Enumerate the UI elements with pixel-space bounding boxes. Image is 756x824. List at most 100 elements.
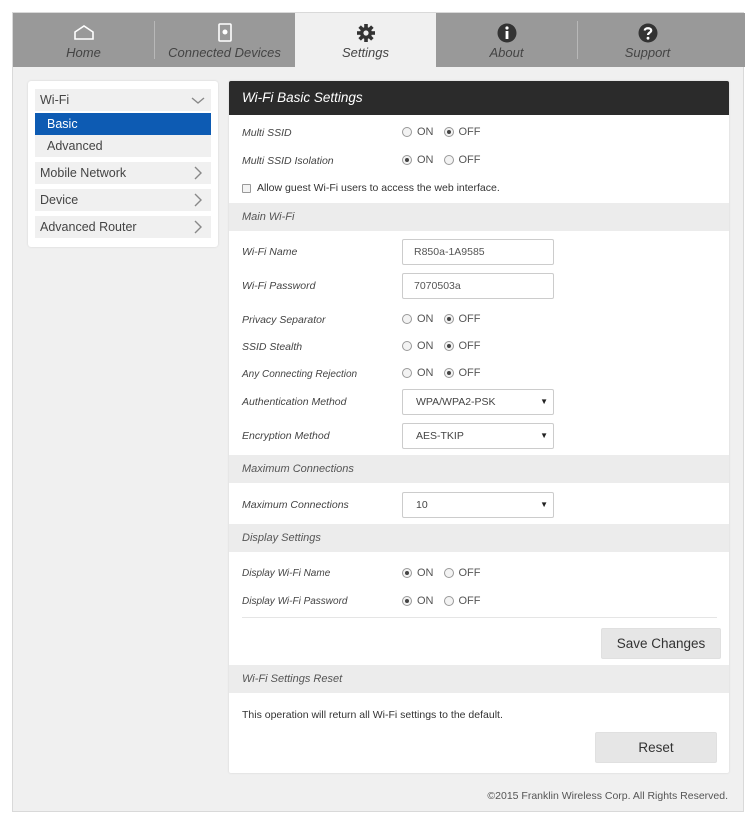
tab-support[interactable]: Support [577,13,718,67]
wifi-password-input[interactable]: 7070503a [402,273,554,299]
tab-settings-label: Settings [342,45,389,60]
multi-ssid-on-radio[interactable] [402,127,412,137]
radio-on-label: ON [417,367,434,379]
display-wifi-name-off-radio[interactable] [443,568,454,578]
help-icon [638,23,657,43]
any-connecting-rejection-off-radio[interactable] [443,368,454,378]
gear-icon [356,24,375,42]
radio-on-label: ON [417,595,434,607]
ssid-stealth-off-radio[interactable] [443,341,454,351]
sidebar-item-advanced[interactable]: Advanced [35,135,211,157]
authentication-method-value: WPA/WPA2-PSK [416,396,496,408]
sidebar-item-basic[interactable]: Basic [35,113,211,135]
sidebar-item-wifi-label: Wi-Fi [40,93,70,107]
guest-access-row: Allow guest Wi-Fi users to access the we… [242,182,500,194]
display-wifi-password-label: Display Wi-Fi Password [242,596,348,607]
sidebar-item-advanced-label: Advanced [47,139,103,153]
max-connections-select[interactable]: 10 ▼ [402,492,554,518]
privacy-separator-label: Privacy Separator [242,314,326,326]
chevron-right-icon [194,220,202,234]
radio-on-label: ON [417,313,434,325]
authentication-method-select[interactable]: WPA/WPA2-PSK ▼ [402,389,554,415]
display-wifi-password-on-radio[interactable] [402,596,412,606]
radio-off-label: OFF [458,340,481,352]
radio-off-label: OFF [458,154,481,166]
main-wifi-section-header: Main Wi-Fi [229,203,729,231]
sidebar-item-wifi[interactable]: Wi-Fi [35,89,211,111]
multi-ssid-off-radio[interactable] [443,127,454,137]
privacy-separator-off-radio[interactable] [443,314,454,324]
app-frame: Home Connected Devices Settings About Su… [12,12,745,812]
display-wifi-name-radio-group: ON OFF [402,567,481,579]
wifi-reset-section-header: Wi-Fi Settings Reset [229,665,729,693]
chevron-right-icon [194,193,202,207]
wifi-basic-settings-panel: Wi-Fi Basic Settings Multi SSID ON OFF M… [229,81,729,773]
wifi-name-label: Wi-Fi Name [242,246,298,258]
any-connecting-rejection-radio-group: ON OFF [402,367,481,379]
save-changes-button[interactable]: Save Changes [601,628,721,659]
sidebar-item-device-label: Device [40,193,79,207]
reset-note: This operation will return all Wi-Fi set… [242,709,503,721]
encryption-method-select[interactable]: AES-TKIP ▼ [402,423,554,449]
display-wifi-name-label: Display Wi-Fi Name [242,568,331,579]
any-connecting-rejection-on-radio[interactable] [402,368,412,378]
display-settings-section-header: Display Settings [229,524,729,552]
ssid-stealth-on-radio[interactable] [402,341,412,351]
privacy-separator-radio-group: ON OFF [402,313,481,325]
panel-title: Wi-Fi Basic Settings [229,81,729,115]
tab-about[interactable]: About [436,13,577,67]
reset-button[interactable]: Reset [595,732,717,763]
multi-ssid-radio-group: ON OFF [402,126,481,138]
multi-ssid-isolation-off-radio[interactable] [443,155,454,165]
display-wifi-name-on-radio[interactable] [402,568,412,578]
radio-off-label: OFF [458,595,481,607]
guest-access-label: Allow guest Wi-Fi users to access the we… [257,182,500,194]
multi-ssid-isolation-radio-group: ON OFF [402,154,481,166]
dropdown-arrow-icon: ▼ [540,500,548,509]
radio-on-label: ON [417,340,434,352]
radio-on-label: ON [417,154,434,166]
divider [242,617,717,618]
radio-on-label: ON [417,567,434,579]
tab-about-label: About [489,45,524,60]
max-connections-section-header: Maximum Connections [229,455,729,483]
multi-ssid-label: Multi SSID [242,127,292,139]
radio-off-label: OFF [458,126,481,138]
connected-devices-icon [217,23,232,42]
sidebar-item-mobile-network-label: Mobile Network [40,166,127,180]
multi-ssid-isolation-on-radio[interactable] [402,155,412,165]
ssid-stealth-radio-group: ON OFF [402,340,481,352]
tab-home[interactable]: Home [13,13,154,67]
radio-off-label: OFF [458,367,481,379]
wifi-password-label: Wi-Fi Password [242,280,316,292]
sidebar-item-mobile-network[interactable]: Mobile Network [35,162,211,184]
sidebar-item-advanced-router-label: Advanced Router [40,220,137,234]
encryption-method-label: Encryption Method [242,430,330,442]
sidebar-item-advanced-router[interactable]: Advanced Router [35,216,211,238]
sidebar-item-device[interactable]: Device [35,189,211,211]
tab-home-label: Home [66,45,101,60]
encryption-method-value: AES-TKIP [416,430,464,442]
chevron-right-icon [194,166,202,180]
multi-ssid-isolation-label: Multi SSID Isolation [242,155,334,167]
info-icon [497,23,516,43]
copyright-footer: ©2015 Franklin Wireless Corp. All Rights… [487,790,728,802]
top-nav: Home Connected Devices Settings About Su… [13,13,745,67]
radio-off-label: OFF [458,567,481,579]
dropdown-arrow-icon: ▼ [540,431,548,440]
authentication-method-label: Authentication Method [242,396,347,408]
display-wifi-password-radio-group: ON OFF [402,595,481,607]
tab-connected-devices-label: Connected Devices [168,45,281,60]
tab-connected-devices[interactable]: Connected Devices [154,13,295,67]
tab-settings[interactable]: Settings [295,13,436,67]
dropdown-arrow-icon: ▼ [540,397,548,406]
display-wifi-password-off-radio[interactable] [443,596,454,606]
privacy-separator-on-radio[interactable] [402,314,412,324]
home-icon [73,25,94,40]
wifi-name-input[interactable]: R850a-1A9585 [402,239,554,265]
guest-access-checkbox[interactable] [242,183,251,193]
tab-support-label: Support [624,45,671,60]
max-connections-value: 10 [416,499,428,511]
sidebar: Wi-Fi Basic Advanced Mobile Network Devi… [28,81,218,247]
any-connecting-rejection-label: Any Connecting Rejection [242,369,358,380]
